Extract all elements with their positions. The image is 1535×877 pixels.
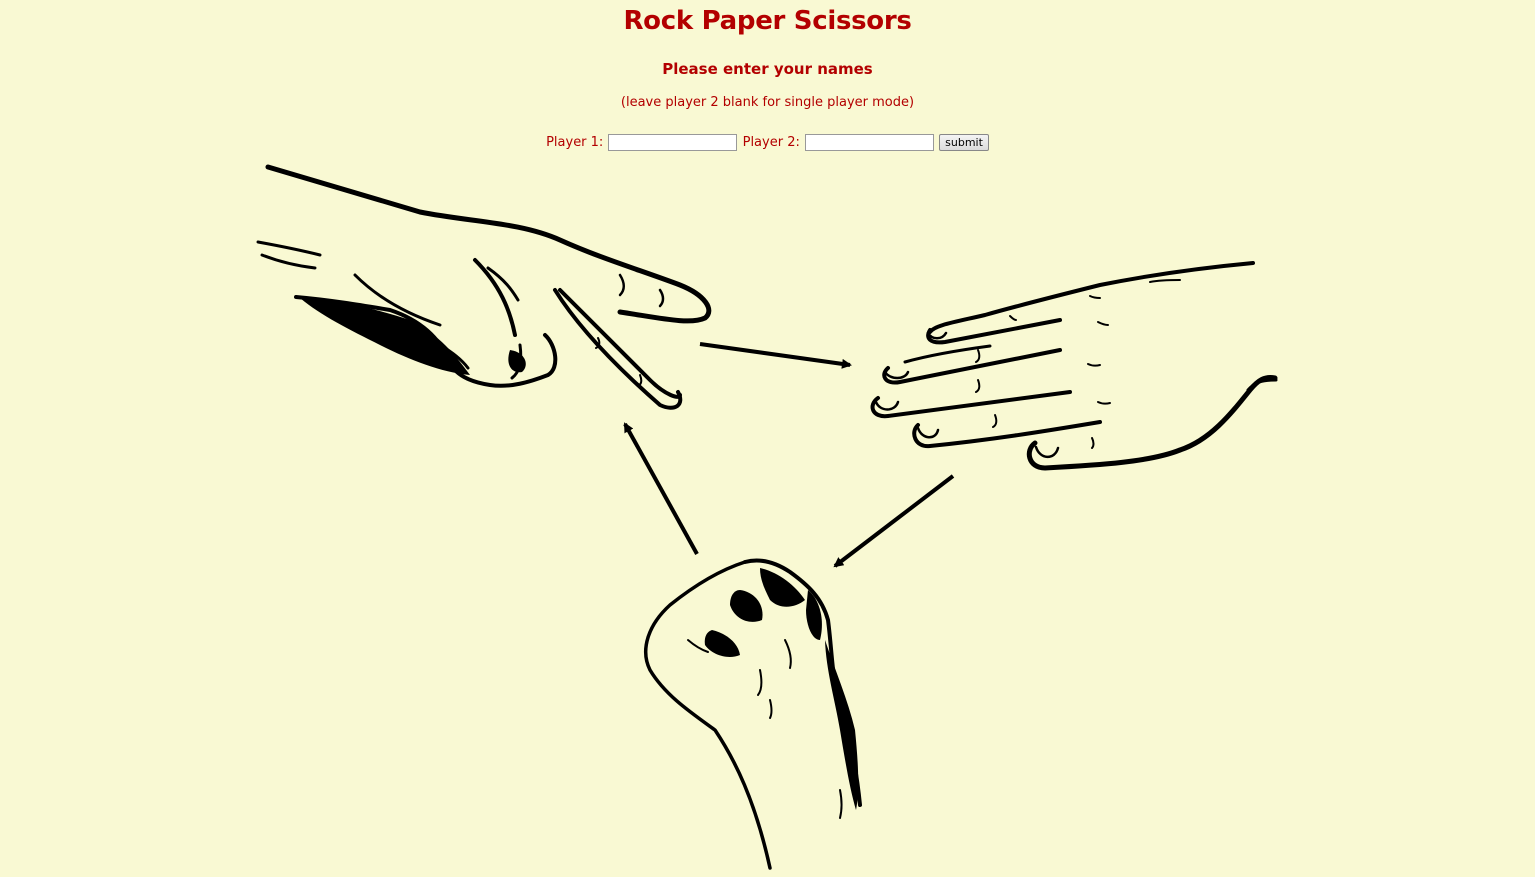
single-player-hint: (leave player 2 blank for single player …	[620, 95, 915, 110]
page: Rock Paper Scissors Please enter your na…	[0, 0, 1535, 877]
page-subtitle: Please enter your names	[662, 60, 873, 78]
rock-fist-icon	[644, 558, 862, 870]
page-title: Rock Paper Scissors	[623, 6, 912, 36]
paper-hand-icon	[870, 261, 1278, 471]
name-entry-form: Player 1: Player 2: submit	[0, 134, 1535, 151]
player1-input[interactable]	[608, 134, 738, 151]
player2-label: Player 2:	[742, 135, 800, 150]
submit-button[interactable]: submit	[939, 134, 989, 151]
cycle-arrows	[623, 342, 955, 568]
rock-paper-scissors-illustration	[256, 164, 1278, 870]
player1-label: Player 1:	[546, 135, 604, 150]
arrow-paper-to-rock	[833, 474, 955, 568]
arrow-rock-to-scissors	[623, 422, 699, 555]
arrow-scissors-to-paper	[699, 342, 852, 369]
scissors-hand-icon	[256, 164, 712, 410]
player2-input[interactable]	[805, 134, 934, 151]
